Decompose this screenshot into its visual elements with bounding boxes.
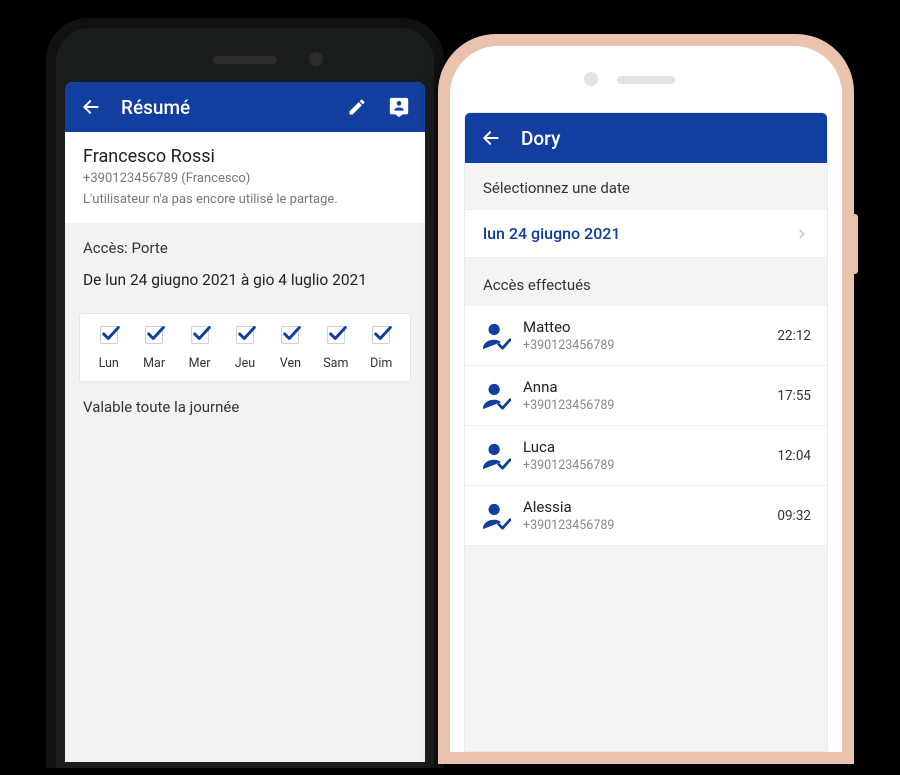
access-log-row[interactable]: Alessia +39012345678909:32 (465, 486, 827, 546)
access-entry-name: Alessia (523, 498, 777, 516)
date-prompt: Sélectionnez une date (465, 163, 827, 209)
user-phone: +390123456789 (Francesco) (83, 171, 407, 186)
checkbox (236, 326, 254, 344)
checkbox (191, 326, 209, 344)
access-entry-phone: +390123456789 (523, 398, 777, 413)
check-icon (327, 322, 349, 344)
access-entry-info: Luca +390123456789 (523, 438, 777, 473)
pencil-icon (347, 97, 367, 117)
screen-resume: Résumé Francesco Rossi +390123456789 (Fr… (65, 82, 425, 762)
phone-speaker (617, 76, 675, 84)
day-label: Mer (180, 356, 220, 371)
access-log-title: Accès effectués (465, 258, 827, 306)
phone-frame-android: Résumé Francesco Rossi +390123456789 (Fr… (46, 18, 444, 768)
access-entry-phone: +390123456789 (523, 458, 777, 473)
day-toggle-lun[interactable]: Lun (89, 326, 129, 371)
user-check-icon (481, 441, 511, 471)
access-entry-info: Alessia +390123456789 (523, 498, 777, 533)
user-summary: Francesco Rossi +390123456789 (Francesco… (65, 132, 425, 223)
appbar: Résumé (65, 82, 425, 132)
day-label: Dim (361, 356, 401, 371)
phone-frame-inner: Dory Sélectionnez une date lun 24 giugno… (450, 46, 842, 752)
selected-date: lun 24 giugno 2021 (483, 224, 620, 243)
check-icon (191, 322, 213, 344)
access-entry-info: Anna +390123456789 (523, 378, 777, 413)
phone-side-button (852, 214, 858, 274)
checkbox (281, 326, 299, 344)
check-icon (372, 322, 394, 344)
access-entry-phone: +390123456789 (523, 338, 777, 353)
access-section: Accès: Porte De lun 24 giugno 2021 à gio… (65, 223, 425, 299)
check-icon (236, 322, 258, 344)
checkbox (327, 326, 345, 344)
day-toggle-mar[interactable]: Mar (134, 326, 174, 371)
day-label: Jeu (225, 356, 265, 371)
validity-note: Valable toute la journée (65, 382, 425, 432)
contact-card-icon (388, 96, 410, 118)
edit-button[interactable] (345, 95, 369, 119)
date-picker-row[interactable]: lun 24 giugno 2021 (465, 209, 827, 258)
day-toggle-mer[interactable]: Mer (180, 326, 220, 371)
appbar-title: Résumé (121, 96, 327, 119)
user-name: Francesco Rossi (83, 146, 407, 167)
access-label: Accès: Porte (83, 239, 407, 257)
check-icon (145, 322, 167, 344)
check-icon (100, 322, 122, 344)
back-button[interactable] (479, 126, 503, 150)
user-check-icon (481, 381, 511, 411)
day-toggle-sam[interactable]: Sam (316, 326, 356, 371)
access-log-row[interactable]: Luca +39012345678912:04 (465, 426, 827, 486)
checkbox (372, 326, 390, 344)
access-date-range: De lun 24 giugno 2021 à gio 4 luglio 202… (83, 271, 407, 289)
chevron-right-icon (795, 227, 809, 241)
arrow-left-icon (481, 128, 501, 148)
access-log-row[interactable]: Anna +39012345678917:55 (465, 366, 827, 426)
appbar: Dory (465, 113, 827, 163)
phone-camera (584, 72, 598, 86)
days-of-week-card: Lun Mar Mer Jeu Ven Sam Dim (79, 313, 411, 382)
access-entry-time: 22:12 (777, 328, 811, 344)
screen-log: Dory Sélectionnez une date lun 24 giugno… (464, 112, 828, 752)
contact-button[interactable] (387, 95, 411, 119)
access-entry-time: 12:04 (777, 448, 811, 464)
phone-camera (309, 52, 323, 66)
day-label: Ven (270, 356, 310, 371)
user-share-note: L'utilisateur n'a pas encore utilisé le … (83, 192, 407, 207)
user-check-icon (481, 321, 511, 351)
day-toggle-dim[interactable]: Dim (361, 326, 401, 371)
arrow-left-icon (81, 97, 101, 117)
access-log-list: Matteo+39012345678922:12Anna+39012345678… (465, 306, 827, 546)
appbar-title: Dory (521, 127, 813, 150)
day-label: Mar (134, 356, 174, 371)
access-entry-info: Matteo +390123456789 (523, 318, 777, 353)
phone-speaker (213, 56, 277, 64)
day-label: Lun (89, 356, 129, 371)
checkbox (145, 326, 163, 344)
access-entry-time: 17:55 (777, 388, 811, 404)
checkbox (100, 326, 118, 344)
access-entry-name: Luca (523, 438, 777, 456)
day-label: Sam (316, 356, 356, 371)
access-entry-time: 09:32 (777, 508, 811, 524)
back-button[interactable] (79, 95, 103, 119)
access-entry-phone: +390123456789 (523, 518, 777, 533)
phone-frame-inner: Résumé Francesco Rossi +390123456789 (Fr… (56, 28, 434, 768)
access-entry-name: Anna (523, 378, 777, 396)
user-check-icon (481, 501, 511, 531)
check-icon (281, 322, 303, 344)
phone-frame-ios: Dory Sélectionnez une date lun 24 giugno… (438, 34, 854, 764)
access-log-row[interactable]: Matteo +39012345678922:12 (465, 306, 827, 366)
day-toggle-jeu[interactable]: Jeu (225, 326, 265, 371)
access-entry-name: Matteo (523, 318, 777, 336)
day-toggle-ven[interactable]: Ven (270, 326, 310, 371)
